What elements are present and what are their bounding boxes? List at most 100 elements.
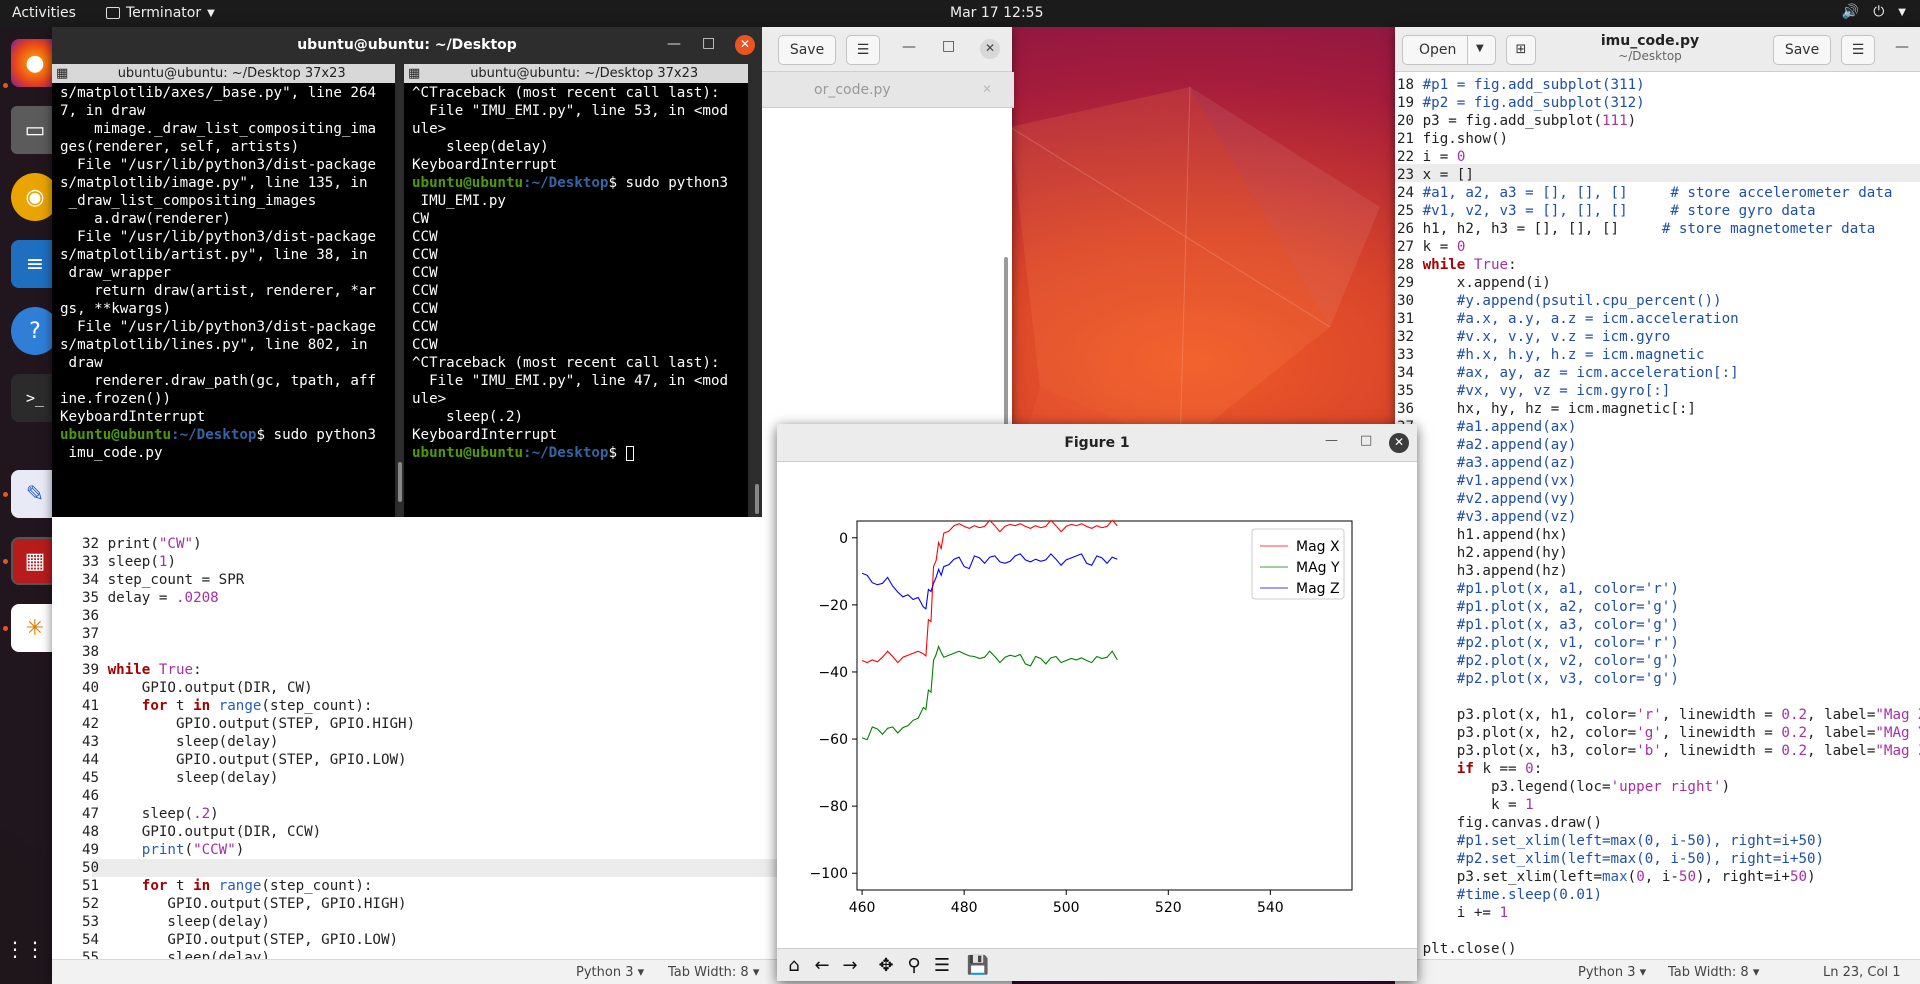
close-icon[interactable]: ✕ bbox=[1389, 433, 1409, 453]
language-selector[interactable]: Python 3 ▾ bbox=[1578, 965, 1646, 980]
code-line[interactable]: 41 for t in range(step_count): bbox=[82, 697, 415, 715]
new-document-icon[interactable]: ⊞ bbox=[1506, 35, 1536, 65]
code-line[interactable]: 49 print("CCW") bbox=[82, 841, 415, 859]
code-line[interactable]: 54 p3.plot(x, h2, color='g', linewidth =… bbox=[1397, 724, 1920, 742]
code-line[interactable]: 56 if k == 0: bbox=[1397, 760, 1920, 778]
code-line[interactable]: 27 k = 0 bbox=[1397, 238, 1920, 256]
code-line[interactable]: 18 #p1 = fig.add_subplot(311) bbox=[1397, 76, 1920, 94]
minimize-icon[interactable]: — bbox=[1325, 433, 1338, 448]
code-line[interactable]: 50 #p2.plot(x, v2, color='g') bbox=[1397, 652, 1920, 670]
code-line[interactable]: 52 GPIO.output(STEP, GPIO.HIGH) bbox=[82, 895, 415, 913]
minimize-icon[interactable]: — bbox=[902, 39, 916, 55]
scrollbar[interactable] bbox=[398, 462, 402, 502]
code-line[interactable]: 34 step_count = SPR bbox=[82, 571, 415, 589]
code-line[interactable]: 65 bbox=[1397, 922, 1920, 940]
code-line[interactable]: 61 #p2.set_xlim(left=max(0, i-50), right… bbox=[1397, 850, 1920, 868]
code-line[interactable]: 51 for t in range(step_count): bbox=[82, 877, 415, 895]
code-line[interactable]: 58 k = 1 bbox=[1397, 796, 1920, 814]
code-line[interactable]: 52 bbox=[1397, 688, 1920, 706]
maximize-icon[interactable]: □ bbox=[942, 38, 955, 54]
code-line[interactable]: 40 #v1.append(vx) bbox=[1397, 472, 1920, 490]
code-line[interactable]: 47 #p1.plot(x, a2, color='g') bbox=[1397, 598, 1920, 616]
code-line[interactable]: 42 #v3.append(vz) bbox=[1397, 508, 1920, 526]
close-tab-icon[interactable]: ✕ bbox=[982, 82, 992, 96]
code-line[interactable]: 55 p3.plot(x, h3, color='b', linewidth =… bbox=[1397, 742, 1920, 760]
open-button-group[interactable]: Open ▼ bbox=[1402, 35, 1496, 65]
code-line[interactable]: 25 #v1, v2, v3 = [], [], [] # store gyro… bbox=[1397, 202, 1920, 220]
clock[interactable]: Mar 17 12:55 bbox=[950, 5, 1043, 21]
scrollbar-track[interactable] bbox=[752, 64, 762, 517]
code-line[interactable]: 63 #time.sleep(0.01) bbox=[1397, 886, 1920, 904]
save-figure-icon[interactable]: 💾 bbox=[965, 953, 991, 979]
code-line[interactable]: 46 #p1.plot(x, a1, color='r') bbox=[1397, 580, 1920, 598]
code-line[interactable]: 51 #p2.plot(x, v3, color='g') bbox=[1397, 670, 1920, 688]
tab-width-selector[interactable]: Tab Width: 8 ▾ bbox=[1668, 965, 1759, 980]
code-line[interactable]: 47 sleep(.2) bbox=[82, 805, 415, 823]
code-line[interactable]: 35 delay = .0208 bbox=[82, 589, 415, 607]
code-line[interactable]: 43 sleep(delay) bbox=[82, 733, 415, 751]
code-line[interactable]: 44 GPIO.output(STEP, GPIO.LOW) bbox=[82, 751, 415, 769]
code-line[interactable]: 32 #v.x, v.y, v.z = icm.gyro bbox=[1397, 328, 1920, 346]
code-view[interactable]: 18 #p1 = fig.add_subplot(311) 19 #p2 = fi… bbox=[1397, 76, 1920, 958]
code-line[interactable]: 45 sleep(delay) bbox=[82, 769, 415, 787]
code-line[interactable]: 33 #h.x, h.y, h.z = icm.magnetic bbox=[1397, 346, 1920, 364]
code-line[interactable]: 29 x.append(i) bbox=[1397, 274, 1920, 292]
code-line[interactable]: 41 #v2.append(vy) bbox=[1397, 490, 1920, 508]
language-selector[interactable]: Python 3 ▾ bbox=[576, 965, 644, 980]
terminal-pane-right[interactable]: ▦ ubuntu@ubuntu: ~/Desktop 37x23 ^CTraceb… bbox=[404, 64, 748, 517]
code-line[interactable]: 26 h1, h2, h3 = [], [], [] # store magne… bbox=[1397, 220, 1920, 238]
code-line[interactable]: 46 bbox=[82, 787, 415, 805]
system-tray[interactable]: 🔊 ⏻ ▼ bbox=[1842, 4, 1906, 20]
code-line[interactable]: 34 #ax, ay, az = icm.acceleration[:] bbox=[1397, 364, 1920, 382]
scrollbar-thumb[interactable] bbox=[755, 484, 759, 514]
code-line[interactable]: 62 p3.set_xlim(left=max(0, i-50), right=… bbox=[1397, 868, 1920, 886]
chart-canvas[interactable]: 460 480 500 520 540 0 −20 −40 −60 −80 −100 Mag X MAg… bbox=[777, 462, 1417, 948]
pane-divider[interactable] bbox=[397, 64, 403, 517]
configure-subplots-icon[interactable]: ☰ bbox=[929, 953, 955, 979]
code-line[interactable]: 32 print("CW") bbox=[82, 535, 415, 553]
minimize-icon[interactable]: — bbox=[667, 36, 681, 52]
code-line[interactable]: 38 bbox=[82, 643, 415, 661]
minimize-icon[interactable]: — bbox=[1895, 39, 1909, 55]
code-line[interactable]: 24 #a1, a2, a3 = [], [], [] # store acce… bbox=[1397, 184, 1920, 202]
app-menu[interactable]: Terminator ▼ bbox=[106, 5, 215, 21]
zoom-icon[interactable]: ⚲ bbox=[901, 953, 927, 979]
code-line[interactable]: 35 #vx, vy, vz = icm.gyro[:] bbox=[1397, 382, 1920, 400]
code-line[interactable]: 39 #a3.append(az) bbox=[1397, 454, 1920, 472]
pan-icon[interactable]: ✥ bbox=[873, 953, 899, 979]
chevron-down-icon[interactable]: ▼ bbox=[1476, 43, 1484, 54]
code-line[interactable]: 36 hx, hy, hz = icm.magnetic[:] bbox=[1397, 400, 1920, 418]
maximize-icon[interactable]: □ bbox=[702, 35, 715, 51]
code-line[interactable]: 38 #a2.append(ay) bbox=[1397, 436, 1920, 454]
code-line[interactable]: 31 #a.x, a.y, a.z = icm.acceleration bbox=[1397, 310, 1920, 328]
code-line[interactable]: 30 #y.append(psutil.cpu_percent()) bbox=[1397, 292, 1920, 310]
code-line[interactable]: 49 #p2.plot(x, v1, color='r') bbox=[1397, 634, 1920, 652]
back-arrow-icon[interactable]: ← bbox=[809, 953, 835, 979]
hamburger-menu-icon[interactable]: ☰ bbox=[1841, 35, 1875, 65]
code-line[interactable]: 53 sleep(delay) bbox=[82, 913, 415, 931]
open-button[interactable]: Open bbox=[1419, 42, 1456, 58]
code-line[interactable]: 54 GPIO.output(STEP, GPIO.LOW) bbox=[82, 931, 415, 949]
code-line[interactable]: 21 fig.show() bbox=[1397, 130, 1920, 148]
home-icon[interactable]: ⌂ bbox=[781, 953, 807, 979]
code-line[interactable]: 40 GPIO.output(DIR, CW) bbox=[82, 679, 415, 697]
code-line[interactable]: 28 while True: bbox=[1397, 256, 1920, 274]
close-icon[interactable]: ✕ bbox=[735, 35, 755, 55]
save-button[interactable]: Save bbox=[1773, 35, 1831, 65]
code-view[interactable]: 32 print("CW") 33 sleep(1) 34 step_count =… bbox=[82, 535, 415, 984]
code-line[interactable]: 23 x = [] bbox=[1397, 166, 1920, 184]
code-line[interactable]: 22 i = 0 bbox=[1397, 148, 1920, 166]
code-line[interactable]: 45 h3.append(hz) bbox=[1397, 562, 1920, 580]
code-line[interactable]: 66 plt.close() bbox=[1397, 940, 1920, 958]
code-line[interactable]: 64 i += 1 bbox=[1397, 904, 1920, 922]
code-line[interactable]: 37 bbox=[82, 625, 415, 643]
code-line[interactable]: 33 sleep(1) bbox=[82, 553, 415, 571]
code-line[interactable]: 48 #p1.plot(x, a3, color='g') bbox=[1397, 616, 1920, 634]
maximize-icon[interactable]: □ bbox=[1360, 433, 1372, 448]
code-line[interactable]: 39 while True: bbox=[82, 661, 415, 679]
code-line[interactable]: 57 p3.legend(loc='upper right') bbox=[1397, 778, 1920, 796]
forward-arrow-icon[interactable]: → bbox=[837, 953, 863, 979]
code-line[interactable]: 50 bbox=[82, 859, 415, 877]
code-line[interactable]: 44 h2.append(hy) bbox=[1397, 544, 1920, 562]
save-button[interactable]: Save bbox=[778, 35, 836, 65]
